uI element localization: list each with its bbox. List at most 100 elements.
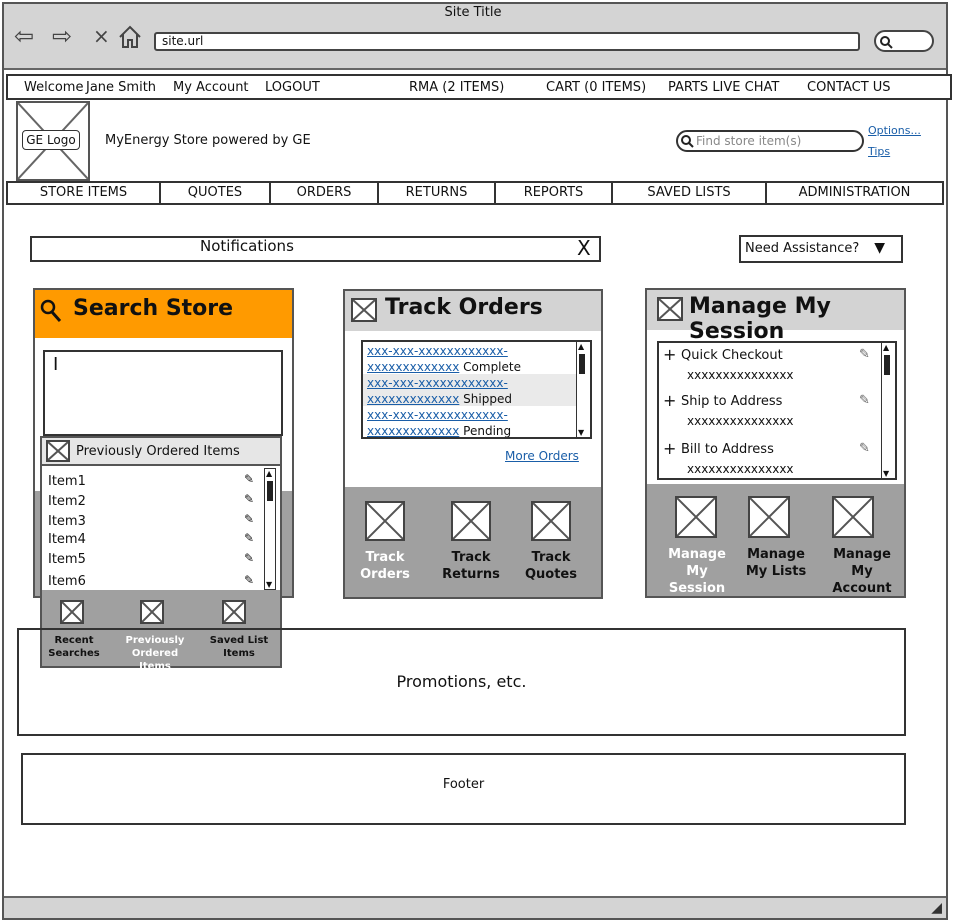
track-quotes-icon[interactable]	[531, 501, 571, 541]
scroll-thumb[interactable]	[267, 481, 273, 501]
home-icon[interactable]	[117, 24, 143, 50]
scrollbar[interactable]: ▲ ▼	[264, 468, 276, 590]
order-link[interactable]: xxxxxxxxxxxxx	[367, 360, 459, 374]
order-row[interactable]: xxx-xxx-xxxxxxxxxxxx- xxxxxxxxxxxxx Pend…	[363, 406, 576, 437]
browser-statusbar: ◢	[4, 896, 946, 918]
previously-ordered-list: Item1 Item2 Item3 Item4 Item5 Item6 ✎ ✎ …	[42, 468, 280, 590]
session-item-label[interactable]: Quick Checkout	[681, 348, 783, 363]
session-item-label[interactable]: Bill to Address	[681, 442, 774, 457]
order-link[interactable]: xxx-xxx-xxxxxxxxxxxx-	[367, 407, 572, 423]
close-icon[interactable]: X	[577, 236, 591, 260]
browser-search-input[interactable]	[874, 30, 934, 52]
session-item-label[interactable]: Ship to Address	[681, 394, 782, 409]
tab-store-items[interactable]: STORE ITEMS	[8, 183, 161, 203]
manage-account-label[interactable]: Manage My Account	[821, 546, 903, 597]
manage-lists-label[interactable]: Manage My Lists	[737, 546, 815, 580]
edit-icon[interactable]: ✎	[859, 347, 870, 362]
manage-lists-icon[interactable]	[748, 496, 790, 538]
my-account-link[interactable]: My Account	[173, 80, 249, 95]
order-row[interactable]: xxx-xxx-xxxxxxxxxxxx- xxxxxxxxxxxxx Ship…	[363, 374, 576, 406]
recent-searches-icon[interactable]	[60, 600, 84, 624]
manage-session-title: Manage My Session	[689, 294, 831, 344]
scroll-up-icon[interactable]: ▲	[883, 343, 889, 352]
list-item[interactable]: Item6	[48, 574, 86, 589]
order-link[interactable]: xxx-xxx-xxxxxxxxxxxx-	[367, 375, 572, 391]
track-returns-label[interactable]: Track Returns	[439, 549, 503, 583]
tab-saved-lists[interactable]: SAVED LISTS	[613, 183, 767, 203]
track-returns-icon[interactable]	[451, 501, 491, 541]
more-orders-link[interactable]: More Orders	[505, 449, 579, 463]
search-store-title: Search Store	[73, 296, 234, 321]
track-orders-title: Track Orders	[385, 295, 543, 320]
track-quotes-label[interactable]: Track Quotes	[521, 549, 581, 583]
edit-icon[interactable]: ✎	[859, 393, 870, 408]
search-store-header: Search Store	[35, 290, 292, 338]
expand-icon[interactable]: +	[663, 345, 676, 364]
edit-icon[interactable]: ✎	[244, 492, 254, 506]
options-link[interactable]: Options...	[868, 124, 921, 137]
tab-quotes[interactable]: QUOTES	[161, 183, 271, 203]
scroll-thumb[interactable]	[884, 355, 890, 375]
list-item[interactable]: Item5	[48, 552, 86, 567]
scrollbar[interactable]: ▲ ▼	[576, 342, 588, 437]
expand-icon[interactable]: +	[663, 391, 676, 410]
track-orders-footer: Track Orders Track Returns Track Quotes	[345, 487, 601, 597]
list-item[interactable]: Item4	[48, 532, 86, 547]
edit-icon[interactable]: ✎	[244, 472, 254, 486]
need-assistance-dropdown[interactable]: Need Assistance? ▼	[739, 235, 903, 263]
search-textarea[interactable]: I	[43, 350, 283, 436]
forward-icon[interactable]: ⇨	[52, 24, 72, 48]
edit-icon[interactable]: ✎	[244, 573, 254, 587]
order-link[interactable]: xxxxxxxxxxxxx	[367, 392, 459, 406]
store-name: MyEnergy Store powered by GE	[105, 133, 311, 148]
stop-icon[interactable]: ×	[93, 24, 110, 48]
scroll-down-icon[interactable]: ▼	[883, 469, 889, 478]
expand-icon[interactable]: +	[663, 439, 676, 458]
track-orders-icon[interactable]	[365, 501, 405, 541]
scrollbar[interactable]: ▲ ▼	[881, 343, 893, 478]
scroll-down-icon[interactable]: ▼	[266, 580, 272, 589]
back-icon[interactable]: ⇦	[14, 24, 34, 48]
image-placeholder-icon	[657, 297, 683, 321]
list-item[interactable]: Item3	[48, 514, 86, 529]
rma-link[interactable]: RMA (2 ITEMS)	[409, 80, 504, 95]
contact-us-link[interactable]: CONTACT US	[807, 80, 891, 95]
edit-icon[interactable]: ✎	[244, 551, 254, 565]
cart-link[interactable]: CART (0 ITEMS)	[546, 80, 646, 95]
edit-icon[interactable]: ✎	[244, 512, 254, 526]
resize-grip-icon[interactable]: ◢	[931, 900, 942, 916]
edit-icon[interactable]: ✎	[859, 441, 870, 456]
notifications-bar	[30, 236, 601, 262]
logo[interactable]: GE Logo	[22, 130, 80, 150]
edit-icon[interactable]: ✎	[244, 531, 254, 545]
scroll-thumb[interactable]	[579, 354, 585, 374]
tab-orders[interactable]: ORDERS	[271, 183, 379, 203]
list-item[interactable]: Item1	[48, 474, 86, 489]
tips-link[interactable]: Tips	[868, 145, 890, 158]
promotions-text: Promotions, etc.	[396, 672, 527, 691]
previously-ordered-icon[interactable]	[140, 600, 164, 624]
order-row[interactable]: xxx-xxx-xxxxxxxxxxxx- xxxxxxxxxxxxx Comp…	[363, 342, 576, 374]
search-icon	[880, 36, 893, 49]
order-link[interactable]: xxx-xxx-xxxxxxxxxxxx-	[367, 343, 572, 359]
manage-session-icon[interactable]	[675, 496, 717, 538]
logout-link[interactable]: LOGOUT	[265, 80, 320, 95]
parts-live-chat-link[interactable]: PARTS LIVE CHAT	[668, 80, 779, 95]
url-bar[interactable]: site.url	[154, 32, 860, 51]
manage-session-label[interactable]: Manage My Session	[657, 546, 737, 597]
saved-list-icon[interactable]	[222, 600, 246, 624]
footer-text: Footer	[442, 777, 485, 792]
scroll-down-icon[interactable]: ▼	[578, 428, 584, 437]
track-orders-label[interactable]: Track Orders	[355, 549, 415, 583]
text-cursor-icon: I	[53, 354, 59, 375]
store-search-input[interactable]: Find store item(s)	[676, 130, 864, 152]
order-link[interactable]: xxxxxxxxxxxxx	[367, 424, 459, 437]
manage-account-icon[interactable]	[832, 496, 874, 538]
list-item[interactable]: Item2	[48, 494, 86, 509]
scroll-up-icon[interactable]: ▲	[266, 469, 272, 478]
previously-ordered-title: Previously Ordered Items	[76, 444, 240, 459]
tab-reports[interactable]: REPORTS	[496, 183, 613, 203]
scroll-up-icon[interactable]: ▲	[578, 342, 584, 351]
tab-returns[interactable]: RETURNS	[379, 183, 496, 203]
tab-administration[interactable]: ADMINISTRATION	[767, 183, 942, 203]
